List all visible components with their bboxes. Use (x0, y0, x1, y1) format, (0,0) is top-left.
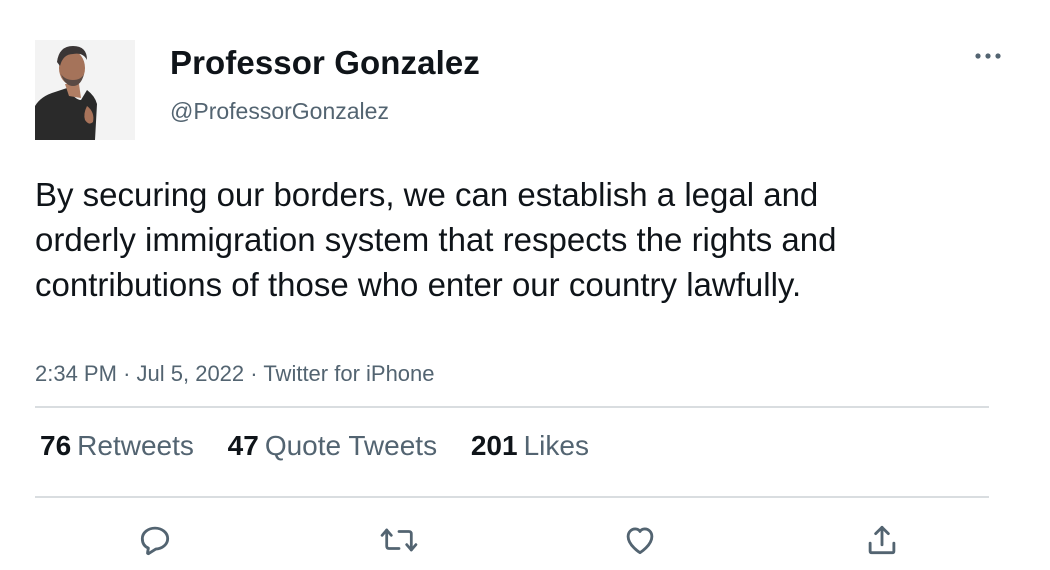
more-horizontal-icon (975, 53, 1001, 59)
heart-icon (626, 527, 654, 555)
engagement-stats: 76 Retweets 47 Quote Tweets 201 Likes (40, 430, 615, 462)
likes-label: Likes (523, 430, 589, 461)
quote-tweets-label: Quote Tweets (264, 430, 438, 461)
divider (35, 406, 989, 408)
avatar[interactable] (35, 40, 135, 140)
display-name[interactable]: Professor Gonzalez (170, 44, 480, 82)
tweet-date[interactable]: Jul 5, 2022 (137, 361, 245, 386)
tweet-time[interactable]: 2:34 PM (35, 361, 117, 386)
more-options-button[interactable] (968, 44, 1008, 68)
person-photo-icon (35, 40, 135, 140)
divider (35, 496, 989, 498)
likes-stat[interactable]: 201 Likes (471, 430, 589, 462)
retweet-button[interactable] (379, 520, 419, 560)
tweet-metadata: 2:34 PM · Jul 5, 2022 · Twitter for iPho… (35, 361, 435, 387)
tweet-source[interactable]: Twitter for iPhone (263, 361, 434, 386)
share-icon (868, 525, 896, 555)
like-button[interactable] (620, 520, 660, 560)
tweet-text: By securing our borders, we can establis… (35, 176, 837, 303)
user-handle[interactable]: @ProfessorGonzalez (170, 98, 389, 125)
retweets-stat[interactable]: 76 Retweets (40, 430, 194, 462)
retweets-count: 76 (40, 430, 72, 461)
meta-separator: · (123, 361, 137, 386)
share-button[interactable] (862, 520, 902, 560)
quote-tweets-count: 47 (227, 430, 259, 461)
likes-count: 201 (470, 430, 518, 461)
reply-button[interactable] (135, 520, 175, 560)
reply-icon (140, 526, 170, 556)
retweets-label: Retweets (77, 430, 194, 461)
retweet-icon (380, 528, 418, 552)
meta-separator: · (250, 361, 264, 386)
tweet-card: Professor Gonzalez @ProfessorGonzalez By… (0, 0, 1050, 570)
quote-tweets-stat[interactable]: 47 Quote Tweets (228, 430, 437, 462)
